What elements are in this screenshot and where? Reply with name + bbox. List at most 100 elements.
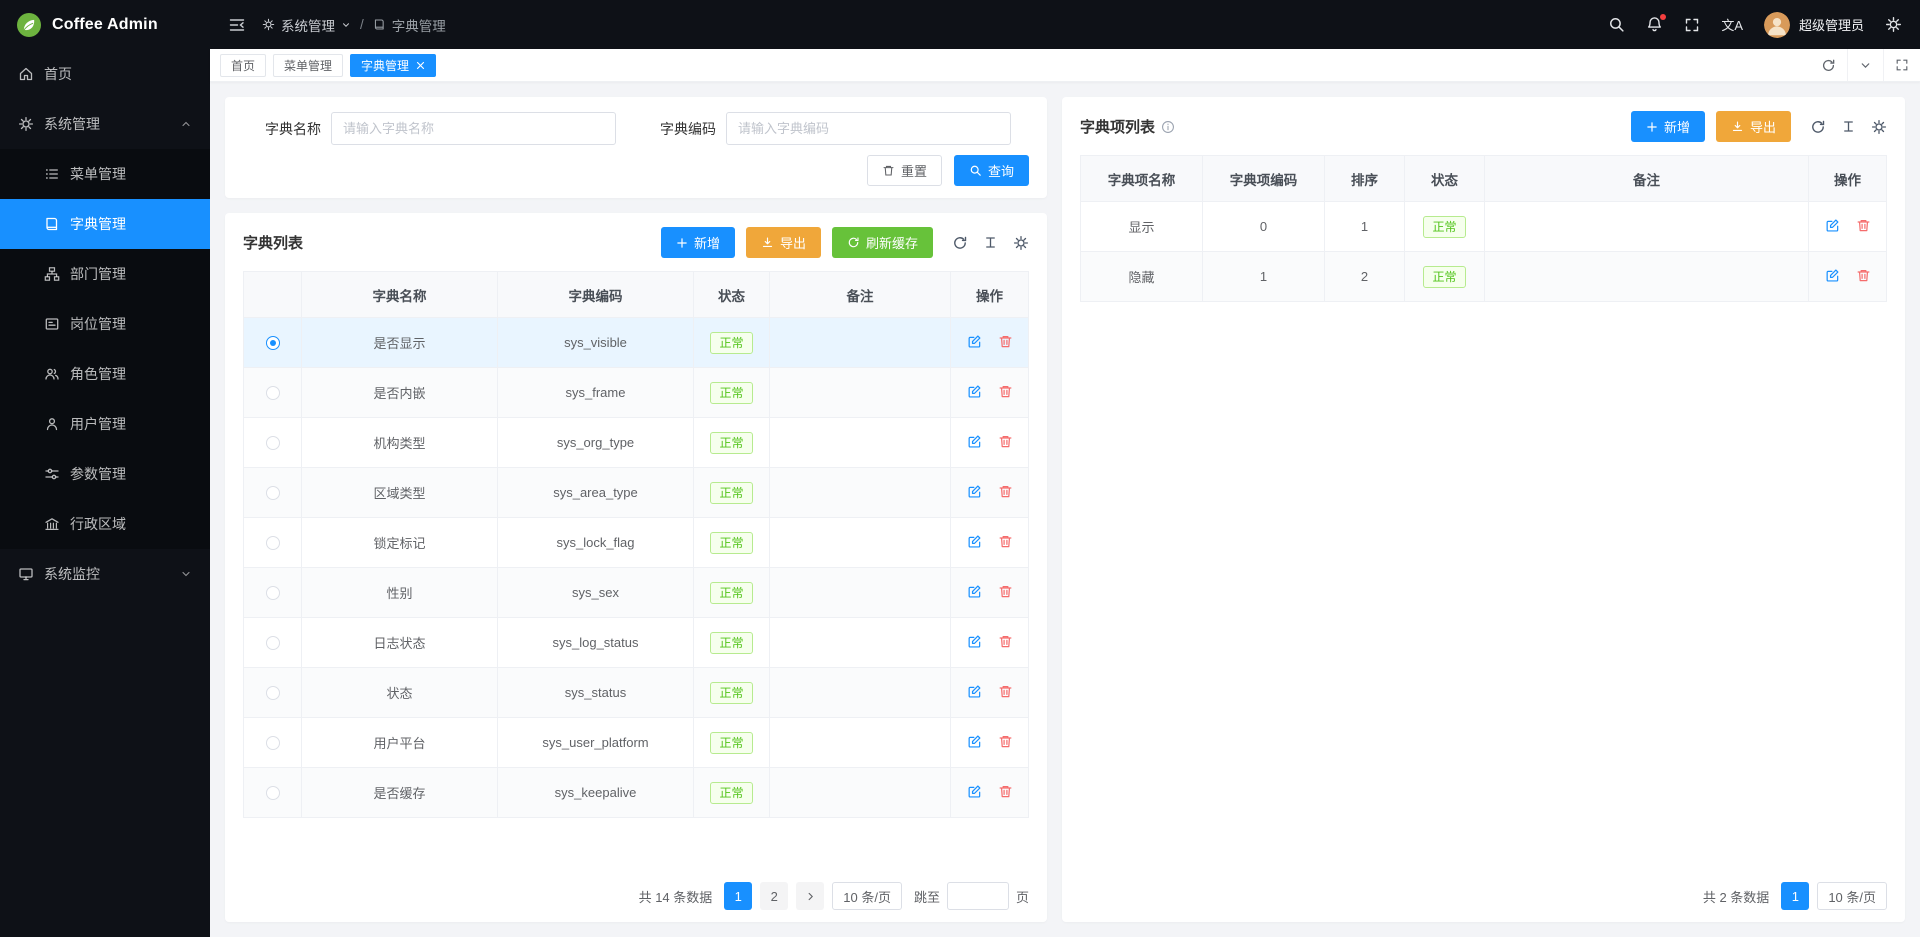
translate-icon[interactable]: 文A: [1721, 15, 1743, 34]
content-fullscreen-icon[interactable]: [1883, 49, 1920, 81]
delete-icon[interactable]: [998, 434, 1013, 449]
info-icon[interactable]: [1161, 120, 1175, 134]
dict-table-row[interactable]: 是否缓存 sys_keepalive 正常: [244, 768, 1029, 818]
sidebar-item-system[interactable]: 系统管理: [0, 99, 210, 149]
delete-icon[interactable]: [998, 584, 1013, 599]
delete-icon[interactable]: [998, 384, 1013, 399]
breadcrumb-item-dict[interactable]: 字典管理: [373, 15, 446, 35]
sidebar-item-post-mgmt[interactable]: 岗位管理: [0, 299, 210, 349]
delete-icon[interactable]: [998, 734, 1013, 749]
row-select-radio[interactable]: [266, 736, 280, 750]
sidebar-item-user-mgmt[interactable]: 用户管理: [0, 399, 210, 449]
query-button[interactable]: 查询: [954, 155, 1029, 186]
sidebar-item-home[interactable]: 首页: [0, 49, 210, 99]
dict-table-row[interactable]: 用户平台 sys_user_platform 正常: [244, 718, 1029, 768]
settings-gear-icon[interactable]: [1885, 16, 1902, 33]
delete-icon[interactable]: [998, 534, 1013, 549]
table-settings-gear-icon[interactable]: [1871, 119, 1887, 135]
page-size-select[interactable]: 10 条/页: [832, 882, 902, 910]
edit-icon[interactable]: [967, 484, 982, 499]
dict-item-table-row[interactable]: 隐藏 1 2 正常: [1081, 252, 1887, 302]
dict-table-row[interactable]: 区域类型 sys_area_type 正常: [244, 468, 1029, 518]
row-select-radio[interactable]: [266, 786, 280, 800]
delete-icon[interactable]: [998, 334, 1013, 349]
delete-icon[interactable]: [998, 634, 1013, 649]
close-icon[interactable]: [416, 61, 425, 70]
page-size-select[interactable]: 10 条/页: [1817, 882, 1887, 910]
add-dict-item-button[interactable]: 新增: [1631, 111, 1705, 142]
delete-icon[interactable]: [998, 484, 1013, 499]
breadcrumb-item-system[interactable]: 系统管理: [262, 15, 351, 35]
edit-icon[interactable]: [967, 384, 982, 399]
table-settings-gear-icon[interactable]: [1013, 235, 1029, 251]
collapse-sidebar-icon[interactable]: [228, 16, 246, 34]
row-select-radio[interactable]: [266, 536, 280, 550]
row-select-radio[interactable]: [266, 586, 280, 600]
jump-page-input[interactable]: [947, 882, 1009, 910]
dict-table-row[interactable]: 状态 sys_status 正常: [244, 668, 1029, 718]
edit-icon[interactable]: [1825, 218, 1840, 233]
delete-icon[interactable]: [1856, 218, 1871, 233]
current-user-name[interactable]: 超级管理员: [1799, 15, 1864, 34]
search-icon[interactable]: [1608, 16, 1625, 33]
sidebar-item-monitor[interactable]: 系统监控: [0, 549, 210, 599]
edit-icon[interactable]: [967, 534, 982, 549]
fullscreen-icon[interactable]: [1684, 17, 1700, 33]
refresh-table-icon[interactable]: [1810, 119, 1826, 135]
edit-icon[interactable]: [967, 434, 982, 449]
row-density-icon[interactable]: [983, 235, 998, 250]
row-select-radio[interactable]: [266, 486, 280, 500]
avatar[interactable]: [1764, 12, 1790, 38]
reset-button[interactable]: 重置: [867, 155, 942, 186]
edit-icon[interactable]: [967, 684, 982, 699]
sidebar-item-dict-mgmt[interactable]: 字典管理: [0, 199, 210, 249]
edit-icon[interactable]: [967, 334, 982, 349]
dict-table-row[interactable]: 性别 sys_sex 正常: [244, 568, 1029, 618]
row-select-radio[interactable]: [266, 336, 280, 350]
row-select-radio[interactable]: [266, 686, 280, 700]
tab-dict-mgmt[interactable]: 字典管理: [350, 54, 436, 77]
dict-table-row[interactable]: 是否内嵌 sys_frame 正常: [244, 368, 1029, 418]
page-number-2[interactable]: 2: [760, 882, 788, 910]
dict-table-row[interactable]: 锁定标记 sys_lock_flag 正常: [244, 518, 1029, 568]
notifications-bell-icon[interactable]: [1646, 16, 1663, 33]
delete-icon[interactable]: [998, 784, 1013, 799]
export-dict-button[interactable]: 导出: [746, 227, 821, 258]
status-badge: 正常: [710, 382, 752, 404]
delete-icon[interactable]: [998, 684, 1013, 699]
edit-icon[interactable]: [1825, 268, 1840, 283]
sidebar-item-menu-mgmt[interactable]: 菜单管理: [0, 149, 210, 199]
logo[interactable]: Coffee Admin: [0, 0, 210, 49]
sidebar-item-region-mgmt[interactable]: 行政区域: [0, 499, 210, 549]
sidebar-item-param-mgmt[interactable]: 参数管理: [0, 449, 210, 499]
row-select-radio[interactable]: [266, 386, 280, 400]
page-number-1[interactable]: 1: [724, 882, 752, 910]
row-select-radio[interactable]: [266, 436, 280, 450]
add-dict-button[interactable]: 新增: [661, 227, 735, 258]
refresh-table-icon[interactable]: [952, 235, 968, 251]
edit-icon[interactable]: [967, 784, 982, 799]
next-page-icon[interactable]: [796, 882, 824, 910]
edit-icon[interactable]: [967, 634, 982, 649]
dict-item-table-row[interactable]: 显示 0 1 正常: [1081, 202, 1887, 252]
dict-code-input[interactable]: [726, 112, 1011, 145]
dict-table-row[interactable]: 是否显示 sys_visible 正常: [244, 318, 1029, 368]
dict-table-row[interactable]: 日志状态 sys_log_status 正常: [244, 618, 1029, 668]
export-dict-item-button[interactable]: 导出: [1716, 111, 1791, 142]
delete-icon[interactable]: [1856, 268, 1871, 283]
edit-icon[interactable]: [967, 734, 982, 749]
sidebar-item-role-mgmt[interactable]: 角色管理: [0, 349, 210, 399]
page-number-1[interactable]: 1: [1781, 882, 1809, 910]
refresh-page-icon[interactable]: [1810, 49, 1847, 81]
refresh-cache-button[interactable]: 刷新缓存: [832, 227, 933, 258]
add-label: 新增: [1664, 117, 1690, 136]
tab-options-chevron-icon[interactable]: [1847, 49, 1883, 81]
tab-home[interactable]: 首页: [220, 54, 266, 77]
row-density-icon[interactable]: [1841, 119, 1856, 134]
sidebar-item-dept-mgmt[interactable]: 部门管理: [0, 249, 210, 299]
dict-name-input[interactable]: [331, 112, 616, 145]
edit-icon[interactable]: [967, 584, 982, 599]
tab-menu-mgmt[interactable]: 菜单管理: [273, 54, 343, 77]
dict-table-row[interactable]: 机构类型 sys_org_type 正常: [244, 418, 1029, 468]
row-select-radio[interactable]: [266, 636, 280, 650]
